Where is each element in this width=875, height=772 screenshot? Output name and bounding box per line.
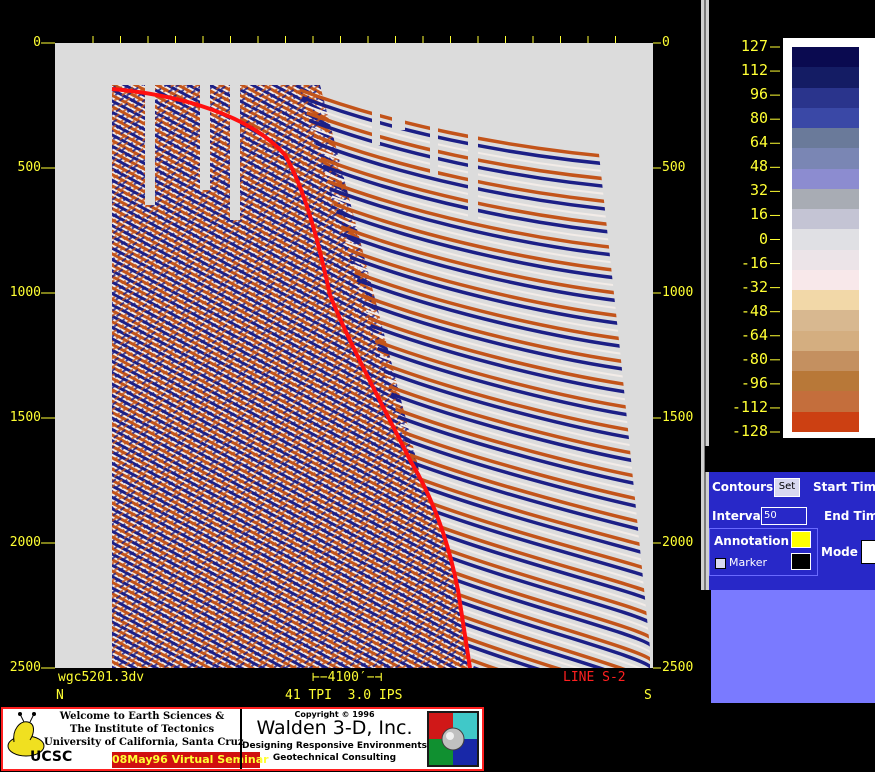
- reflection-layer: [476, 675, 655, 745]
- colorbar-label: -64: [740, 325, 768, 344]
- trace-gap: [200, 70, 210, 190]
- y-tick-label-right: 2500: [662, 660, 694, 675]
- colorbar-label: 64: [749, 133, 768, 152]
- layered-reflections: [112, 70, 656, 760]
- interval-input[interactable]: 50: [761, 507, 807, 525]
- colorbar-ticks: [770, 46, 780, 433]
- colorbar-label: -32: [740, 277, 768, 296]
- colorbar-swatches: [792, 47, 859, 433]
- y-tick-label-right: 2000: [662, 535, 694, 550]
- walden-logo-icon: [427, 711, 479, 767]
- colorbar-label: 16: [749, 205, 768, 224]
- trace-gap: [145, 70, 155, 205]
- y-tick-label-left: 2500: [9, 660, 41, 675]
- colorbar-swatch: [792, 411, 859, 433]
- mode-menu-button[interactable]: [861, 540, 875, 564]
- colorbar-label: 112: [740, 61, 768, 80]
- colorbar-swatch: [792, 229, 859, 251]
- colorbar-swatch: [792, 249, 859, 271]
- colorbar-swatch: [792, 128, 859, 149]
- y-tick-label-left: 2000: [9, 535, 41, 550]
- y-tick-label-right: 500: [662, 160, 686, 175]
- colorbar-label: -80: [740, 349, 768, 368]
- trace-gap: [230, 70, 240, 220]
- scale-bar-label: ⊢−4100′−⊣: [312, 670, 383, 685]
- colorbar-label: -96: [740, 373, 768, 392]
- colorbar-swatch: [792, 188, 859, 210]
- colorbar-swatch: [792, 290, 859, 311]
- colorbar-label: 32: [749, 181, 768, 200]
- colorbar-swatch: [792, 168, 859, 190]
- contours-label: Contours:: [712, 480, 778, 494]
- colorbar-swatch: [792, 269, 859, 291]
- top-ticks: [92, 36, 616, 43]
- colorbar-swatch: [792, 67, 859, 88]
- colorbar-swatch: [792, 391, 859, 413]
- colorbar-label: 96: [749, 85, 768, 104]
- colorbar-label: 127: [740, 37, 768, 55]
- y-tick-label-left: 1000: [9, 285, 41, 300]
- colorbar-swatch: [792, 350, 859, 372]
- filename-label: wgc5201.3dv: [58, 670, 145, 685]
- trace-gap: [468, 70, 478, 220]
- annotation-label: Annotation: [714, 534, 790, 548]
- banner-line2: The Institute of Tectonics: [69, 724, 215, 735]
- trace-gap: [430, 70, 438, 175]
- colorbar-label: 48: [749, 157, 768, 176]
- lower-panel: [711, 590, 875, 703]
- marker-color-swatch[interactable]: [791, 553, 811, 570]
- trace-gap: [392, 70, 405, 130]
- banner-line3: University of California, Santa Cruz: [44, 737, 244, 748]
- colorbar-swatch: [792, 107, 859, 129]
- tagline1: Designing Responsive Environments: [242, 741, 427, 751]
- mode-label: Mode: [821, 545, 858, 559]
- colorbar-swatch: [792, 87, 859, 109]
- colorbar-label: 0: [758, 229, 768, 248]
- south-label: S: [644, 688, 652, 703]
- annotation-color-swatch[interactable]: [791, 531, 811, 548]
- marker-label: Marker: [729, 556, 768, 569]
- colorbar-swatch: [792, 47, 859, 68]
- y-tick-label-left: 0: [33, 35, 41, 50]
- reflection-layer: [480, 690, 656, 760]
- ucsc-logo-text: UCSC: [30, 749, 73, 765]
- colorbar-label: -128: [731, 422, 768, 440]
- colorbar-swatch: [792, 330, 859, 352]
- y-tick-label-left: 500: [17, 160, 41, 175]
- colorbar-swatch: [792, 371, 859, 392]
- reflection-layer: [478, 683, 656, 753]
- line-label: LINE S-2: [563, 670, 626, 685]
- seminar-badge: 08May96 Virtual Seminar: [112, 752, 269, 768]
- marker-checkbox[interactable]: [715, 558, 726, 569]
- trace-gap: [372, 70, 380, 145]
- colorbar-swatch: [792, 148, 859, 170]
- colorbar-label: 80: [749, 109, 768, 128]
- colorbar-label: -48: [740, 301, 768, 320]
- colorbar-label: -16: [740, 253, 768, 272]
- tagline2: Geotechnical Consulting: [272, 753, 397, 763]
- y-tick-label-right: 0: [662, 35, 670, 50]
- colorbar-swatch: [792, 209, 859, 230]
- colorbar-swatch: [792, 310, 859, 332]
- end-time-label: End Time: [824, 509, 875, 523]
- contours-set-button[interactable]: Set: [774, 478, 800, 497]
- north-label: N: [56, 688, 64, 703]
- banner-line1: Welcome to Earth Sciences &: [59, 711, 225, 722]
- y-tick-label-right: 1000: [662, 285, 694, 300]
- y-tick-label-left: 1500: [9, 410, 41, 425]
- colorbar-label: -112: [731, 397, 768, 416]
- start-time-label: Start Time: [813, 480, 875, 494]
- y-tick-label-right: 1500: [662, 410, 694, 425]
- interval-label: Interval: [712, 509, 765, 523]
- company-name: Walden 3-D, Inc.: [256, 717, 413, 739]
- tpi-label: 41 TPI 3.0 IPS: [285, 688, 403, 703]
